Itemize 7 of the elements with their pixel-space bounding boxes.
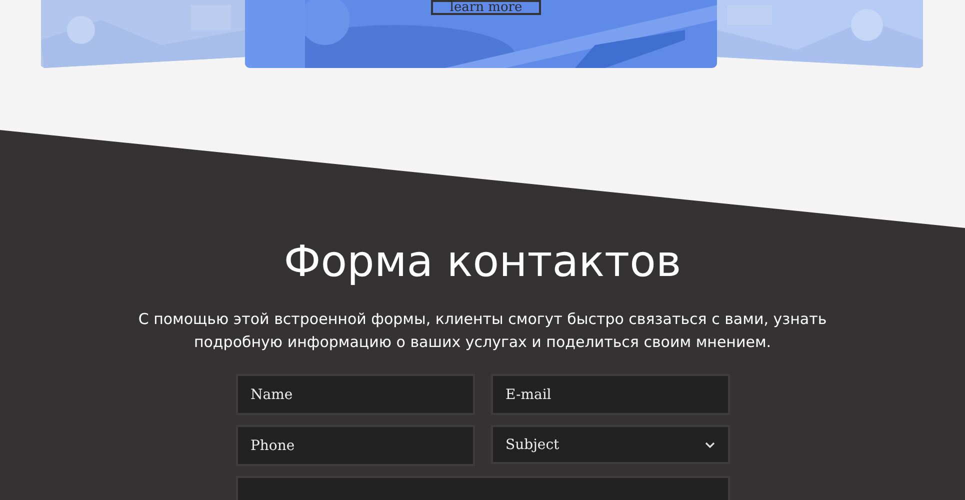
section-title: Форма контактов xyxy=(284,236,682,289)
input-field[interactable]: Phone xyxy=(236,425,474,466)
input-field[interactable]: E-mail xyxy=(490,374,730,415)
section-description: С помощью этой встроенной формы, клиенты смогут быстро связаться с вами, узнать подробную информацию о ваших услугах и поделиться своим мнением. xyxy=(137,309,828,353)
subject-select[interactable]: Subject xyxy=(490,425,730,464)
chevron-down-icon xyxy=(704,442,714,448)
input-field[interactable]: Name xyxy=(236,374,474,415)
